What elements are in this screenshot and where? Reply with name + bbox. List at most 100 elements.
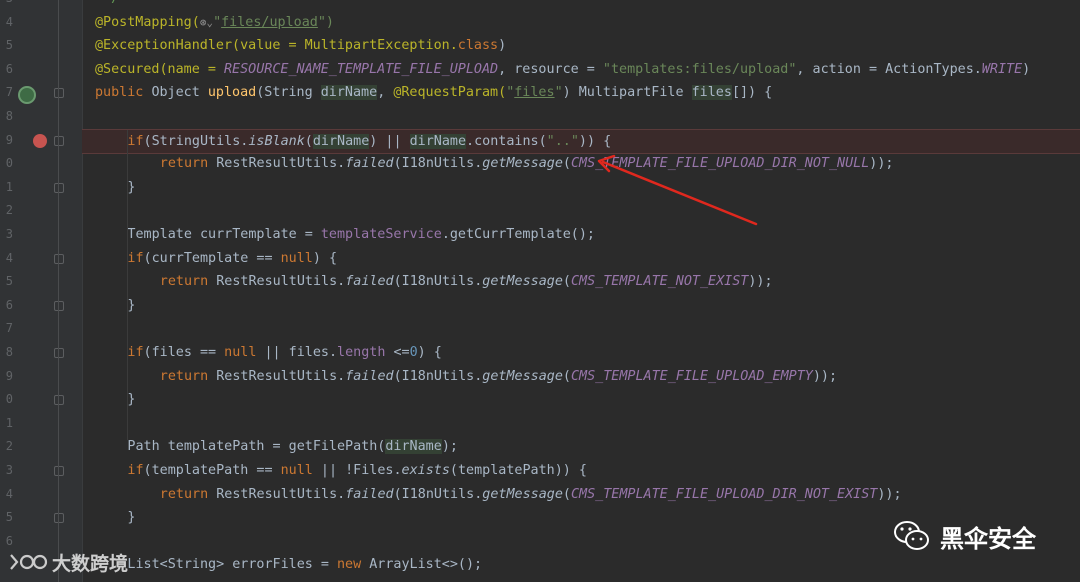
code-line-if-files-empty[interactable]: if(files == null || files.length <=0) { bbox=[82, 341, 1080, 365]
line-number: 2 bbox=[5, 439, 13, 454]
code-token: Object bbox=[151, 85, 208, 101]
code-line-annotation-secured[interactable]: @Secured(name = RESOURCE_NAME_TEMPLATE_F… bbox=[82, 58, 1080, 82]
line-number: 1 bbox=[5, 179, 13, 194]
code-area[interactable]: */ @PostMapping(⊛⌄"files/upload") @Excepti… bbox=[82, 0, 1080, 582]
code-token: Path templatePath = getFilePath( bbox=[127, 439, 386, 455]
code-token: files bbox=[691, 85, 732, 101]
code-token: dirName bbox=[409, 133, 467, 149]
line-number: 0 bbox=[5, 156, 13, 171]
code-token: getMessage bbox=[482, 368, 563, 384]
code-token: ) bbox=[498, 38, 507, 54]
line-number: 2 bbox=[5, 203, 13, 218]
line-number: 4 bbox=[5, 486, 13, 501]
code-token: (I18nUtils. bbox=[393, 486, 483, 502]
code-token: RestResultUtils. bbox=[216, 156, 346, 172]
code-token: if bbox=[127, 345, 144, 360]
override-gutter-icon[interactable] bbox=[18, 86, 36, 105]
code-token: return bbox=[159, 368, 217, 384]
code-token: ( bbox=[562, 486, 571, 502]
line-number: 5 bbox=[5, 274, 13, 289]
code-token: failed bbox=[345, 486, 394, 502]
code-token: , action = ActionTypes. bbox=[796, 61, 982, 77]
code-line-error-files-list[interactable]: List<String> errorFiles = new ArrayList<… bbox=[82, 553, 1080, 577]
code-token: isBlank bbox=[248, 133, 305, 149]
code-line-if-templatepath-missing[interactable]: if(templatePath == null || !Files.exists… bbox=[82, 459, 1080, 483]
mapping-icon[interactable]: ⊛⌄ bbox=[200, 16, 213, 29]
code-token: ) { bbox=[312, 250, 338, 266]
code-line-curr-template-assign[interactable]: Template currTemplate = templateService.… bbox=[82, 223, 1080, 247]
code-token: Template currTemplate = bbox=[127, 227, 321, 242]
watermark-right-text: 黑伞安全 bbox=[940, 524, 1036, 553]
code-editor[interactable]: 345678901234567890123456 */@PostMapping(… bbox=[0, 0, 1080, 582]
code-token: CMS_TEMPLATE_NOT_EXIST bbox=[570, 274, 749, 290]
code-line-annotation-exceptionhandler[interactable]: @ExceptionHandler(value = MultipartExcep… bbox=[82, 34, 1080, 58]
code-token: )); bbox=[869, 156, 894, 172]
code-token: files/upload bbox=[221, 14, 318, 30]
code-token: ArrayList<>(); bbox=[369, 557, 483, 573]
code-token: @RequestParam( bbox=[393, 85, 507, 101]
code-token: getMessage bbox=[482, 486, 563, 502]
code-line-annotation-postmapping[interactable]: @PostMapping(⊛⌄"files/upload") bbox=[82, 11, 1080, 35]
code-token: if bbox=[127, 463, 144, 478]
code-token: failed bbox=[345, 368, 394, 384]
editor-gutter: 345678901234567890123456 bbox=[0, 0, 83, 582]
code-token: (I18nUtils. bbox=[393, 274, 483, 290]
code-token: dirName bbox=[385, 439, 442, 455]
code-token: CMS_TEMPLATE_FILE_UPLOAD_DIR_NOT_EXIST bbox=[570, 486, 878, 502]
code-token: failed bbox=[345, 156, 394, 172]
code-token: ( bbox=[562, 368, 571, 384]
line-number: 9 bbox=[5, 368, 13, 383]
code-token: RestResultUtils. bbox=[216, 274, 346, 290]
code-token: getMessage bbox=[482, 156, 563, 172]
code-token: || !Files. bbox=[312, 463, 402, 478]
code-line-method-signature[interactable]: public Object upload(String dirName, @Re… bbox=[82, 81, 1080, 105]
code-line-return-template-not-exist[interactable]: return RestResultUtils.failed(I18nUtils.… bbox=[82, 270, 1080, 294]
code-token: RestResultUtils. bbox=[216, 486, 346, 502]
code-line-return-dir-not-exist[interactable]: return RestResultUtils.failed(I18nUtils.… bbox=[82, 483, 1080, 507]
code-line-closing-brace[interactable]: } bbox=[82, 176, 1080, 200]
code-line-return-upload-empty[interactable]: return RestResultUtils.failed(I18nUtils.… bbox=[82, 365, 1080, 389]
line-number: 8 bbox=[5, 109, 13, 123]
logo-icon bbox=[10, 554, 48, 570]
code-token: } bbox=[127, 297, 136, 313]
code-token: } bbox=[127, 392, 136, 408]
line-number: 6 bbox=[5, 61, 13, 76]
code-token: <= bbox=[385, 345, 410, 360]
code-line-if-dirname-check[interactable]: if(StringUtils.isBlank(dirName) || dirNa… bbox=[82, 128, 1080, 155]
code-token: (templatePath)) { bbox=[449, 463, 587, 478]
line-number: 6 bbox=[5, 297, 13, 312]
code-token: CMS_TEMPLATE_FILE_UPLOAD_DIR_NOT_NULL bbox=[570, 156, 870, 172]
code-token: getMessage bbox=[482, 274, 563, 290]
code-token: files bbox=[514, 85, 555, 101]
code-token: upload bbox=[207, 85, 257, 101]
code-token: " bbox=[554, 85, 563, 101]
line-number: 4 bbox=[5, 14, 13, 29]
code-line-closing-brace[interactable]: } bbox=[82, 388, 1080, 412]
code-token: if bbox=[127, 133, 144, 149]
code-token: "templates:files/upload" bbox=[602, 61, 797, 77]
code-token: " bbox=[213, 14, 222, 30]
code-token: ".." bbox=[546, 133, 579, 149]
code-line-template-path-assign[interactable]: Path templatePath = getFilePath(dirName)… bbox=[82, 435, 1080, 459]
code-token: List<String> errorFiles = bbox=[127, 557, 337, 573]
code-token: } bbox=[127, 179, 136, 195]
code-token: */ bbox=[103, 0, 119, 6]
code-token: ) || bbox=[369, 133, 410, 149]
line-number: 4 bbox=[5, 250, 13, 265]
code-line-comment-end[interactable]: */ bbox=[82, 0, 1080, 11]
breakpoint-icon[interactable] bbox=[33, 133, 47, 148]
code-token: dirName bbox=[312, 133, 370, 149]
code-line-return-dir-not-null[interactable]: return RestResultUtils.failed(I18nUtils.… bbox=[82, 152, 1080, 176]
code-line-if-currtemplate-null[interactable]: if(currTemplate == null) { bbox=[82, 247, 1080, 271]
code-line-closing-brace[interactable]: } bbox=[82, 294, 1080, 318]
code-token: @Secured(name = bbox=[95, 61, 224, 77]
code-token: (files == bbox=[143, 345, 225, 360]
code-token: )) { bbox=[578, 133, 612, 149]
code-token: .getCurrTemplate(); bbox=[441, 227, 595, 242]
fold-guide bbox=[53, 0, 65, 582]
code-token: RESOURCE_NAME_TEMPLATE_FILE_UPLOAD bbox=[224, 61, 499, 77]
code-token: new bbox=[337, 557, 370, 573]
code-token: @ExceptionHandler(value = MultipartExcep… bbox=[95, 38, 458, 54]
code-token: (String bbox=[256, 85, 321, 101]
line-number: 1 bbox=[5, 415, 13, 430]
